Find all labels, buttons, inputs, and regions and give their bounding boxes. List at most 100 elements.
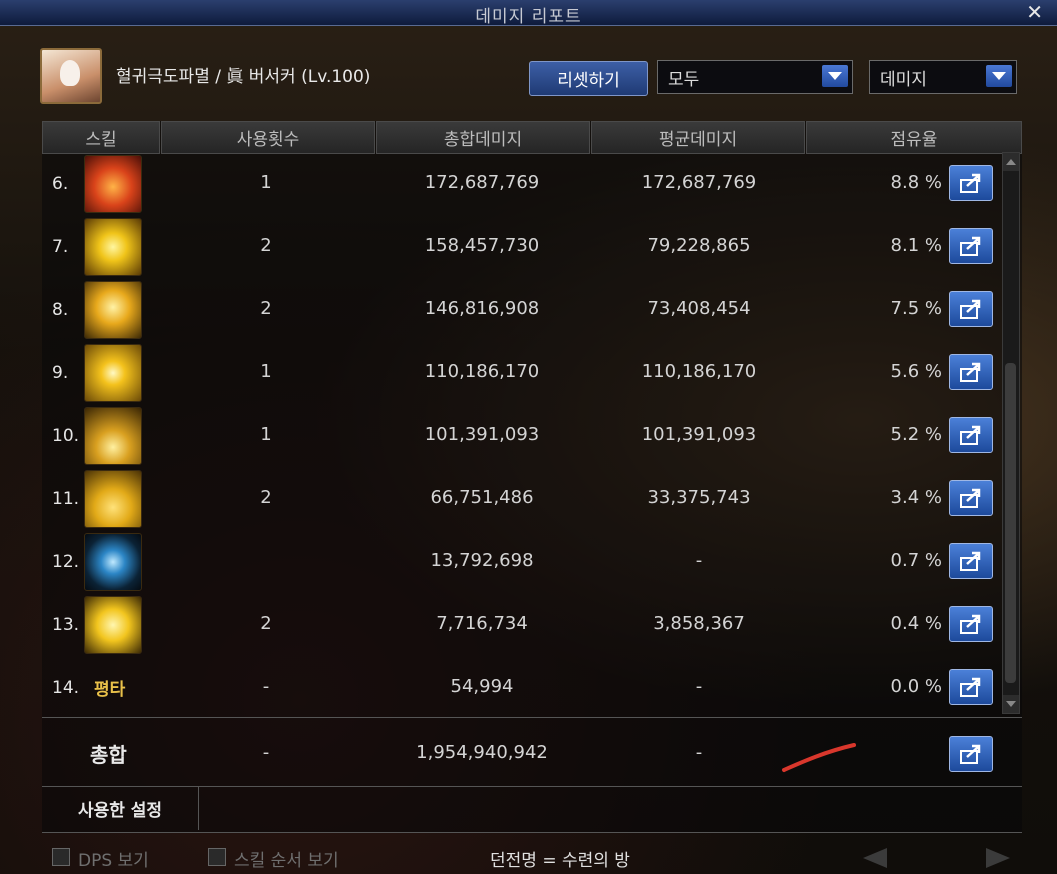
share-icon <box>960 362 981 382</box>
uses-cell: 2 <box>260 613 272 634</box>
flame-beast-icon <box>84 155 142 213</box>
total-row: 총합 - 1,954,940,942 - <box>42 720 1022 786</box>
metric-select-value: 데미지 <box>880 70 927 90</box>
scroll-down-icon[interactable] <box>1003 695 1019 713</box>
share-icon <box>960 299 981 319</box>
star-burst-icon <box>84 344 142 402</box>
avg-damage-cell: 79,228,865 <box>647 235 751 256</box>
avg-damage-cell: 110,186,170 <box>641 361 757 382</box>
table-row: 7. 2 158,457,730 79,228,865 8.1 % <box>42 215 1002 278</box>
prev-page-icon[interactable] <box>863 848 887 868</box>
row-number: 8. <box>52 300 69 320</box>
row-number: 10. <box>52 426 80 446</box>
eye-icon <box>84 533 142 591</box>
share-cell: 3.4 % <box>890 487 942 508</box>
total-damage-cell: 13,792,698 <box>430 550 534 571</box>
reset-button[interactable]: 리셋하기 <box>529 61 648 96</box>
avg-damage-cell: 73,408,454 <box>647 298 751 319</box>
share-icon <box>960 488 981 508</box>
dps-checkbox-label: DPS 보기 <box>78 851 149 871</box>
share-cell: 8.1 % <box>890 235 942 256</box>
row-number: 11. <box>52 489 80 509</box>
total-damage-cell: 158,457,730 <box>424 235 540 256</box>
share-icon <box>960 551 981 571</box>
total-damage-cell: 66,751,486 <box>430 487 534 508</box>
col-avg-damage: 평균데미지 <box>591 121 805 154</box>
share-button[interactable] <box>949 543 993 579</box>
total-share-button[interactable] <box>949 736 993 772</box>
share-cell: 0.7 % <box>890 550 942 571</box>
filter-select[interactable]: 모두 <box>657 60 853 94</box>
uses-cell: 1 <box>260 361 272 382</box>
share-button[interactable] <box>949 354 993 390</box>
uses-cell: 2 <box>260 487 272 508</box>
avatar <box>40 48 102 104</box>
share-cell: 8.8 % <box>890 172 942 193</box>
row-number: 9. <box>52 363 69 383</box>
share-cell: 5.6 % <box>890 361 942 382</box>
close-icon[interactable]: ✕ <box>1026 0 1043 24</box>
col-uses: 사용횟수 <box>161 121 375 154</box>
total-damage-cell: 101,391,093 <box>424 424 540 445</box>
footer: DPS 보기 스킬 순서 보기 던전명 = 수련의 방 <box>0 836 1057 874</box>
table-row: 10. 1 101,391,093 101,391,093 5.2 % <box>42 404 1002 467</box>
skill-order-checkbox[interactable] <box>208 848 226 866</box>
share-button[interactable] <box>949 228 993 264</box>
share-button[interactable] <box>949 165 993 201</box>
total-damage-cell: 54,994 <box>450 676 514 697</box>
total-damage-sum: 1,954,940,942 <box>416 742 548 763</box>
share-button[interactable] <box>949 480 993 516</box>
col-skill: 스킬 <box>42 121 160 154</box>
basic-attack-label: 평타 <box>94 680 126 700</box>
share-icon <box>960 173 981 193</box>
divider <box>42 717 1022 718</box>
total-uses-cell: - <box>262 742 270 763</box>
skill-order-checkbox-label: 스킬 순서 보기 <box>234 851 339 871</box>
uses-cell: 2 <box>260 298 272 319</box>
scroll-up-icon[interactable] <box>1003 153 1019 171</box>
share-cell: 5.2 % <box>890 424 942 445</box>
dps-checkbox[interactable] <box>52 848 70 866</box>
share-button[interactable] <box>949 606 993 642</box>
scroll-thumb[interactable] <box>1005 363 1016 683</box>
character-name: 혈귀극도파멸 / 眞 버서커 (Lv.100) <box>116 67 371 87</box>
blood-drop-icon <box>84 596 142 654</box>
table-row: 13. 2 7,716,734 3,858,367 0.4 % <box>42 593 1002 656</box>
chevron-down-icon[interactable] <box>986 65 1012 87</box>
table-row: 14. 평타 - 54,994 - 0.0 % <box>42 656 1002 719</box>
chevron-down-icon[interactable] <box>822 65 848 87</box>
avg-damage-cell: 172,687,769 <box>641 172 757 193</box>
share-button[interactable] <box>949 291 993 327</box>
explosion-icon <box>84 281 142 339</box>
tab-used-settings[interactable]: 사용한 설정 <box>42 786 199 830</box>
row-number: 13. <box>52 615 80 635</box>
row-number: 14. <box>52 678 80 698</box>
row-number: 6. <box>52 174 69 194</box>
avg-damage-cell: 3,858,367 <box>653 613 745 634</box>
burst-icon <box>84 218 142 276</box>
table-header: 스킬 사용횟수 총합데미지 평균데미지 점유율 <box>42 121 1022 154</box>
window-title: 데미지 리포트 <box>475 7 582 27</box>
table-scrollbar[interactable] <box>1002 152 1020 714</box>
share-icon <box>960 677 981 697</box>
share-icon <box>960 236 981 256</box>
metric-select[interactable]: 데미지 <box>869 60 1017 94</box>
total-label: 총합 <box>90 743 127 767</box>
table-row: 12. 13,792,698 - 0.7 % <box>42 530 1002 593</box>
row-number: 7. <box>52 237 69 257</box>
share-button[interactable] <box>949 669 993 705</box>
filter-select-value: 모두 <box>668 70 700 90</box>
total-damage-cell: 110,186,170 <box>424 361 540 382</box>
next-page-icon[interactable] <box>986 848 1010 868</box>
share-button[interactable] <box>949 417 993 453</box>
row-number: 12. <box>52 552 80 572</box>
share-icon <box>960 614 981 634</box>
red-annotation-stroke <box>782 743 856 772</box>
total-damage-cell: 146,816,908 <box>424 298 540 319</box>
total-damage-cell: 172,687,769 <box>424 172 540 193</box>
divider <box>42 832 1022 833</box>
avg-damage-cell: 101,391,093 <box>641 424 757 445</box>
table-row: 8. 2 146,816,908 73,408,454 7.5 % <box>42 278 1002 341</box>
uses-cell: 1 <box>260 172 272 193</box>
avg-damage-cell: - <box>695 676 703 697</box>
